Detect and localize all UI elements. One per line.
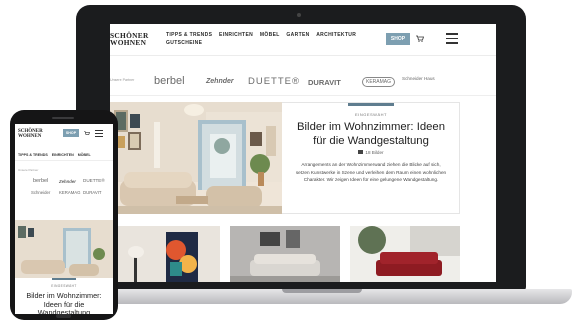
hero-image-living-room[interactable] (110, 102, 282, 214)
hero-kicker: EINGESWÄHT (355, 112, 387, 117)
hamburger-menu-icon[interactable] (446, 33, 458, 44)
mobile-nav-item-moebel[interactable]: MÖBEL (78, 153, 91, 157)
laptop-screen: SCHÖNER WOHNEN TIPPS & TRENDS EINRICHTEN… (110, 24, 496, 282)
partner-logo-keramag[interactable]: KERAMAG (362, 77, 396, 87)
site-logo[interactable]: SCHÖNER WOHNEN (110, 32, 152, 47)
mobile-partner-logo-zehnder[interactable]: Zehnder (59, 179, 76, 184)
phone-screen: SCHÖNER WOHNEN SHOP TIPPS & TRENDS EINRI… (15, 124, 113, 314)
nav-item-garten[interactable]: GARTEN (286, 32, 309, 38)
cart-icon[interactable] (84, 131, 90, 136)
mobile-partner-logo-duette[interactable]: DUETTE® (83, 178, 105, 183)
hero-title[interactable]: Bilder im Wohnzimmer: Ideen für die Wand… (292, 121, 450, 148)
nav-item-gutscheine[interactable]: GUTSCHEINE (166, 40, 202, 46)
partner-logo-duravit[interactable]: DURAVIT (308, 78, 341, 87)
laptop-camera (297, 13, 301, 17)
partner-bar: Unsere Partner berbel Zehnder DUETTE® DU… (110, 75, 496, 91)
partner-logo-berbel[interactable]: berbel (154, 75, 185, 87)
partner-logo-duette[interactable]: DUETTE® (248, 76, 300, 87)
mobile-site-logo[interactable]: SCHÖNER WOHNEN (18, 129, 46, 139)
gallery-icon (358, 150, 364, 155)
article-card-image[interactable] (230, 226, 340, 282)
mobile-nav-item-einrichten[interactable]: EINRICHTEN (52, 153, 74, 157)
phone-speaker (52, 117, 74, 119)
mobile-partner-logo-duravit[interactable]: DURAVIT (83, 190, 102, 195)
gallery-count: 18 Bilder (282, 150, 460, 155)
mobile-shop-button[interactable]: SHOP (63, 129, 79, 137)
nav-item-architektur[interactable]: ARCHITEKTUR (316, 32, 356, 38)
main-nav: TIPPS & TRENDS EINRICHTEN MÖBEL GARTEN A… (166, 31, 366, 47)
accent-bar (348, 103, 394, 106)
nav-item-moebel[interactable]: MÖBEL (260, 32, 280, 38)
mobile-nav: TIPPS & TRENDS EINRICHTEN MÖBEL (18, 153, 113, 157)
hero-description: Arrangements an der Wohnzimmerwand ziehe… (295, 162, 447, 183)
hero-teaser[interactable]: EINGESWÄHT Bilder im Wohnzimmer: Ideen f… (282, 102, 460, 214)
article-card-image[interactable] (350, 226, 460, 282)
article-card-image[interactable] (110, 226, 220, 282)
phone-home-indicator[interactable] (56, 314, 71, 318)
mobile-hero-title[interactable]: Bilder im Wohnzimmer: Ideen für die Wand… (19, 291, 109, 314)
laptop-notch (282, 289, 362, 293)
nav-item-tipps-trends[interactable]: TIPPS & TRENDS (166, 32, 212, 38)
partners-label: Unsere Partner (110, 78, 135, 82)
mobile-nav-item-tipps-trends[interactable]: TIPPS & TRENDS (18, 153, 48, 157)
partner-logo-schneider-haus[interactable]: Schneider Haus (402, 76, 436, 81)
divider (15, 160, 113, 161)
partner-logo-zehnder[interactable]: Zehnder (206, 78, 234, 85)
mobile-hero-image[interactable] (15, 220, 113, 278)
mobile-partner-logo-schneider[interactable]: Schneider (31, 190, 50, 195)
mobile-partners-label: Unsere Partner (18, 168, 39, 172)
site-header: SCHÖNER WOHNEN TIPPS & TRENDS EINRICHTEN… (110, 24, 496, 56)
divider (110, 95, 496, 96)
accent-bar (52, 278, 76, 280)
mobile-partner-logo-keramag[interactable]: KERAMAG (59, 190, 81, 195)
mobile-hero-kicker: EINGESWÄHT (51, 284, 77, 288)
device-mockup-stage: SCHÖNER WOHNEN TIPPS & TRENDS EINRICHTEN… (0, 0, 573, 320)
hamburger-menu-icon[interactable] (95, 130, 103, 138)
mobile-partner-logo-berbel[interactable]: berbel (33, 178, 48, 184)
phone-frame: SCHÖNER WOHNEN SHOP TIPPS & TRENDS EINRI… (10, 110, 118, 320)
nav-item-einrichten[interactable]: EINRICHTEN (219, 32, 253, 38)
gallery-count-label: 18 Bilder (365, 150, 384, 155)
cart-icon[interactable] (416, 35, 424, 42)
shop-button[interactable]: SHOP (386, 33, 410, 45)
